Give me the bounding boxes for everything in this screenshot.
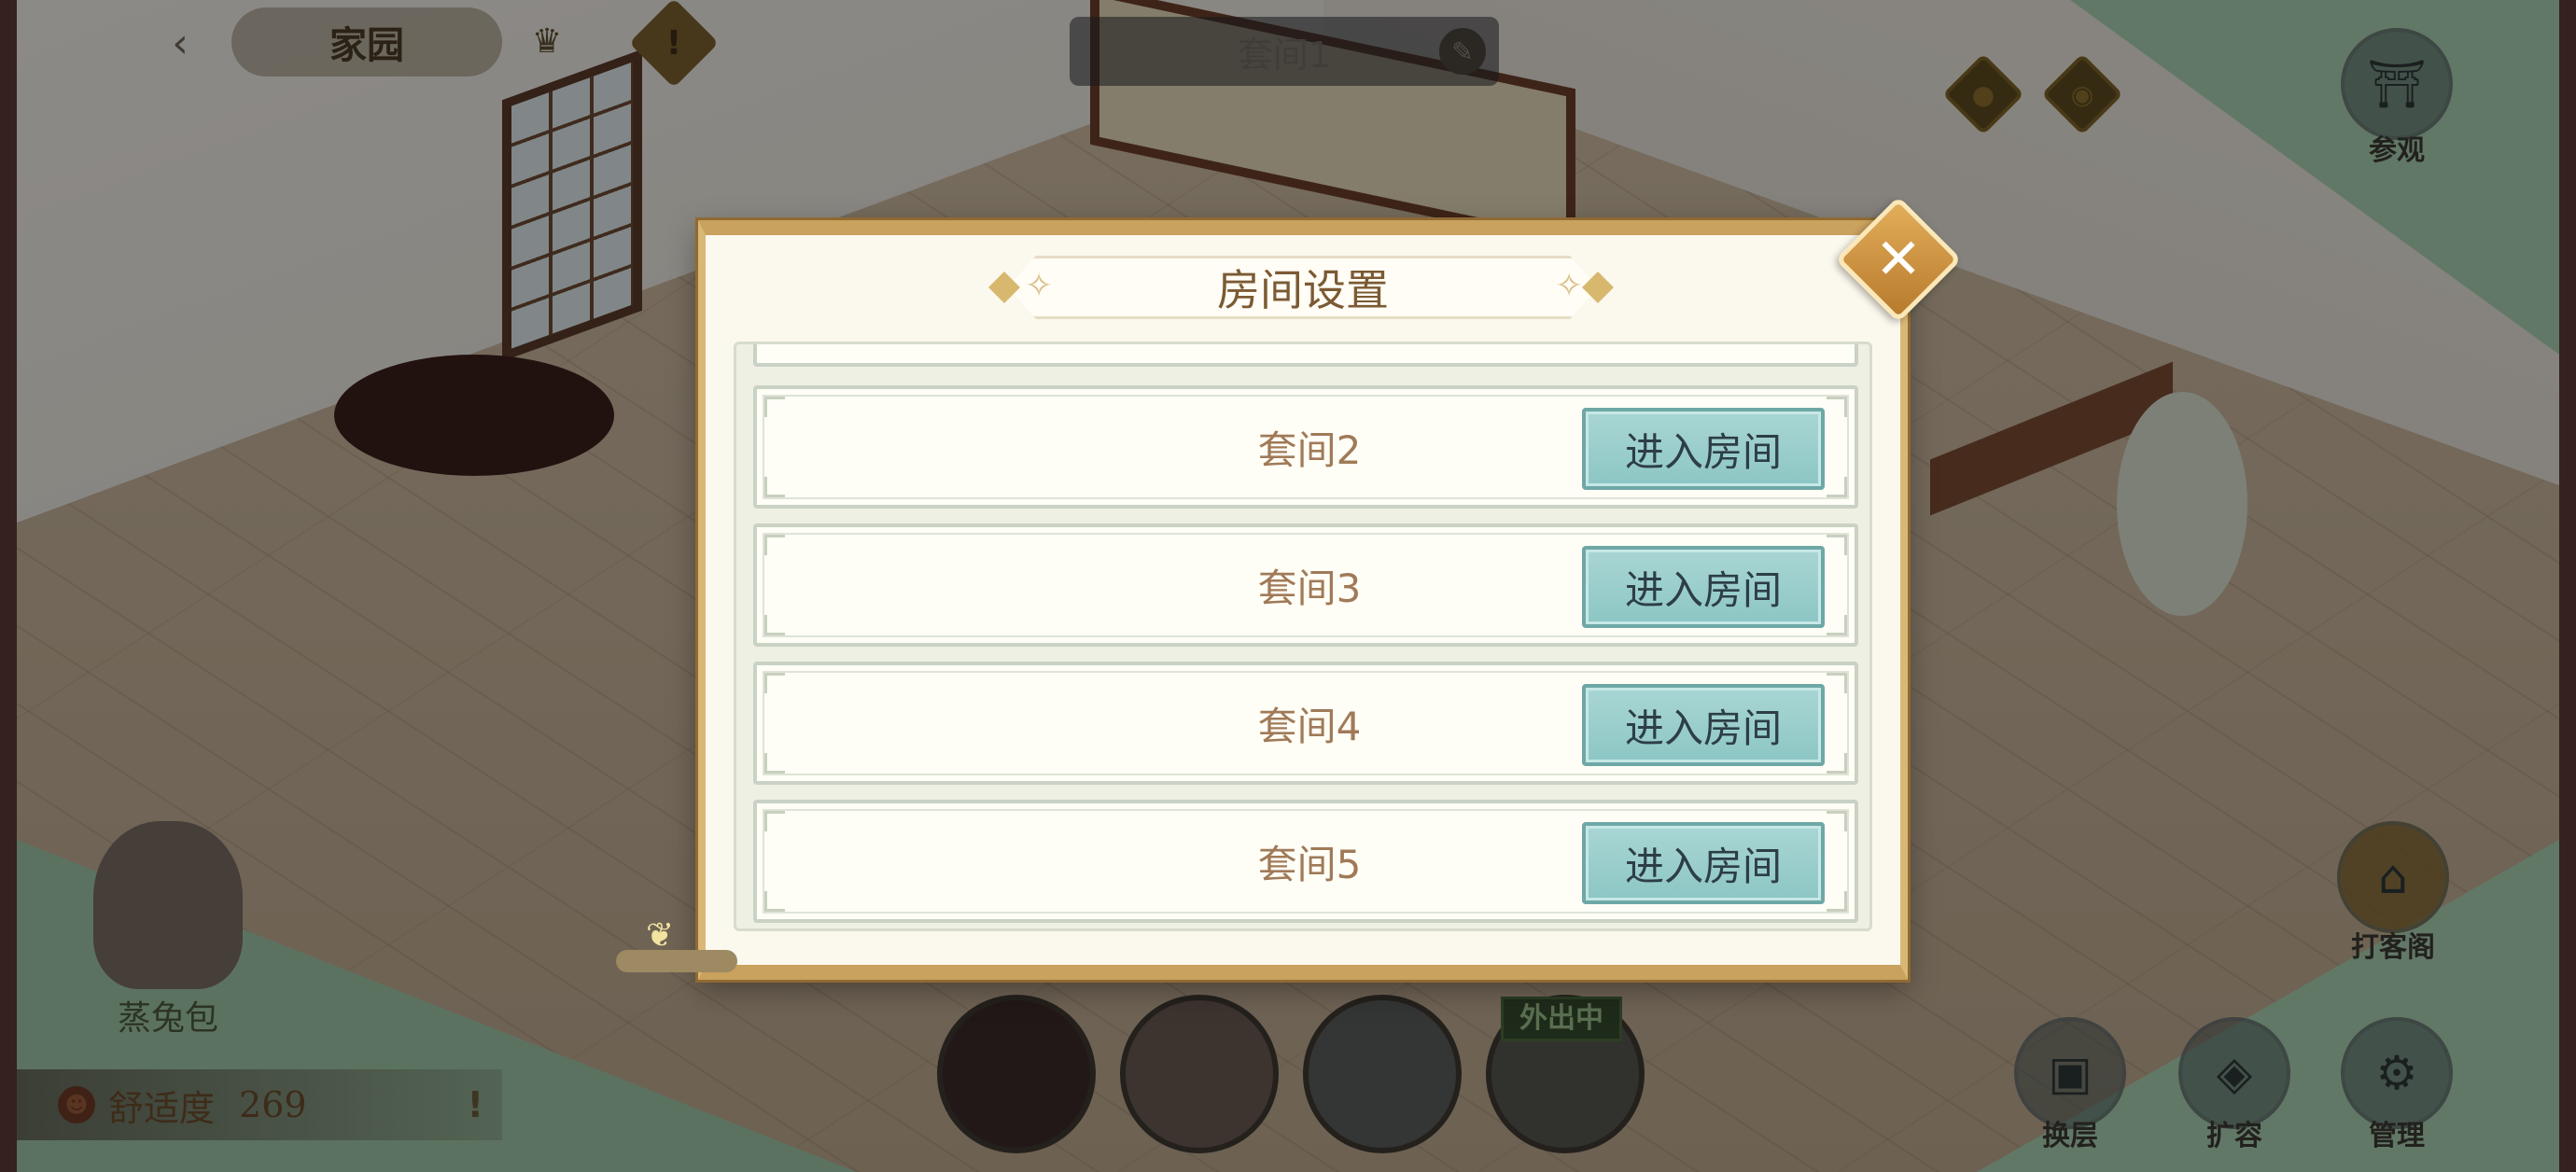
- room-list[interactable]: 套间2 进入房间 套间3 进入房间 套间4 进入房间 套间5 进入房间: [734, 342, 1872, 931]
- room-row: 套间2 进入房间: [753, 385, 1858, 509]
- enter-room-button[interactable]: 进入房间: [1582, 822, 1825, 904]
- room-settings-dialog: ✧ ✧ 房间设置 ✕ 套间2 进入房间 套间3 进入房间 套间4 进入房间 套间…: [698, 196, 1962, 980]
- scroll-end-ornament: [616, 950, 737, 972]
- enter-room-button[interactable]: 进入房间: [1582, 684, 1825, 766]
- butterfly-icon: ❦: [646, 916, 675, 955]
- room-row: 套间5 进入房间: [753, 800, 1858, 923]
- room-row: 套间3 进入房间: [753, 523, 1858, 647]
- close-icon: ✕: [1874, 227, 1923, 292]
- enter-room-button[interactable]: 进入房间: [1582, 408, 1825, 490]
- dialog-title: 房间设置: [1217, 265, 1389, 315]
- list-item-partial: [753, 344, 1858, 367]
- room-row: 套间4 进入房间: [753, 662, 1858, 785]
- enter-room-button[interactable]: 进入房间: [1582, 546, 1825, 628]
